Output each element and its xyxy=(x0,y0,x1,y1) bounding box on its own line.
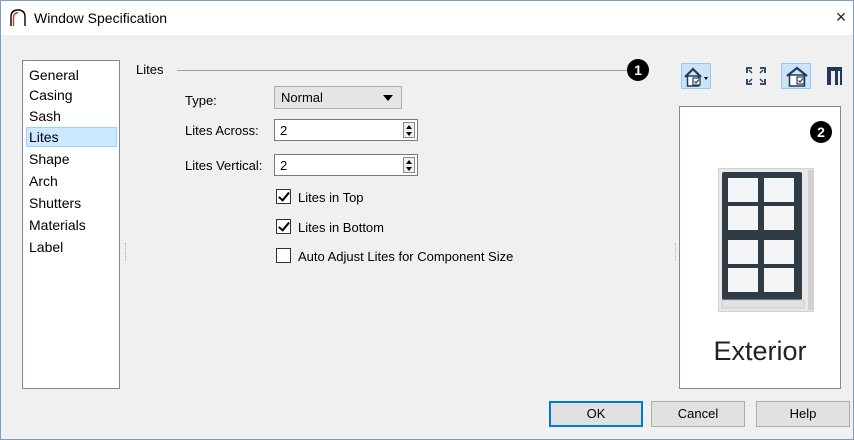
side-view-button[interactable] xyxy=(821,63,849,89)
spin-buttons[interactable] xyxy=(403,122,415,138)
help-button[interactable]: Help xyxy=(756,401,850,427)
lites-in-bottom-checkbox[interactable] xyxy=(276,219,291,234)
color-toggle-icon xyxy=(786,66,808,87)
sidebar-item-shutters[interactable]: Shutters xyxy=(26,193,117,213)
lites-vertical-label: Lites Vertical: xyxy=(185,158,263,173)
sidebar-item-materials[interactable]: Materials xyxy=(26,215,117,235)
spin-down-icon xyxy=(406,167,412,171)
sidebar-item-general[interactable]: General xyxy=(26,65,117,85)
close-button[interactable]: × xyxy=(831,7,851,27)
chevron-down-icon xyxy=(383,95,393,101)
sidebar-nav: General Casing Sash Lites Shape Arch Shu… xyxy=(22,60,120,389)
sidebar-item-label[interactable]: Label xyxy=(26,237,117,257)
lites-across-label: Lites Across: xyxy=(185,123,259,138)
spin-up-icon xyxy=(406,125,412,129)
fill-window-icon xyxy=(746,67,766,85)
ok-button[interactable]: OK xyxy=(549,401,643,427)
type-dropdown[interactable]: Normal xyxy=(274,86,402,109)
dialog-title: Window Specification xyxy=(34,10,168,26)
sidebar-item-shape[interactable]: Shape xyxy=(26,149,117,169)
callout-badge-1: 1 xyxy=(627,59,649,81)
title-bar: Window Specification × xyxy=(1,1,853,35)
lites-vertical-value: 2 xyxy=(280,158,288,173)
preview-view-label: Exterior xyxy=(713,336,807,366)
lites-across-value: 2 xyxy=(280,123,288,138)
sidebar-item-arch[interactable]: Arch xyxy=(26,171,117,191)
lites-group-label: Lites xyxy=(136,62,164,77)
splitter-grip-right[interactable] xyxy=(675,243,677,261)
window-preview-image xyxy=(718,168,814,312)
window-specification-dialog: Window Specification × General Casing Sa… xyxy=(0,0,854,440)
side-view-icon xyxy=(827,67,842,85)
view-type-dropdown-icon xyxy=(684,67,708,87)
splitter-grip-left[interactable] xyxy=(125,243,127,261)
lites-in-top-checkbox[interactable] xyxy=(276,189,291,204)
lites-vertical-spinner[interactable]: 2 xyxy=(274,154,418,176)
spin-up-icon xyxy=(406,160,412,164)
type-label: Type: xyxy=(185,93,217,108)
window-preview: 2 Exterior xyxy=(679,106,841,389)
callout-badge-2: 2 xyxy=(810,121,832,143)
cancel-button[interactable]: Cancel xyxy=(651,401,745,427)
group-divider xyxy=(177,70,627,71)
sidebar-item-casing[interactable]: Casing xyxy=(26,85,117,105)
view-type-dropdown-button[interactable] xyxy=(681,63,711,89)
spin-down-icon xyxy=(406,132,412,136)
sidebar-item-sash[interactable]: Sash xyxy=(26,106,117,126)
lites-in-top-label[interactable]: Lites in Top xyxy=(298,190,364,205)
lites-across-spinner[interactable]: 2 xyxy=(274,119,418,141)
fill-window-button[interactable] xyxy=(741,63,771,89)
type-dropdown-value: Normal xyxy=(281,90,323,105)
auto-adjust-lites-label[interactable]: Auto Adjust Lites for Component Size xyxy=(298,249,513,264)
arch-window-icon xyxy=(10,9,26,26)
auto-adjust-lites-checkbox[interactable] xyxy=(276,248,291,263)
color-toggle-button[interactable] xyxy=(781,63,811,89)
spin-buttons[interactable] xyxy=(403,157,415,173)
lites-in-bottom-label[interactable]: Lites in Bottom xyxy=(298,220,384,235)
sidebar-item-lites[interactable]: Lites xyxy=(26,127,117,147)
